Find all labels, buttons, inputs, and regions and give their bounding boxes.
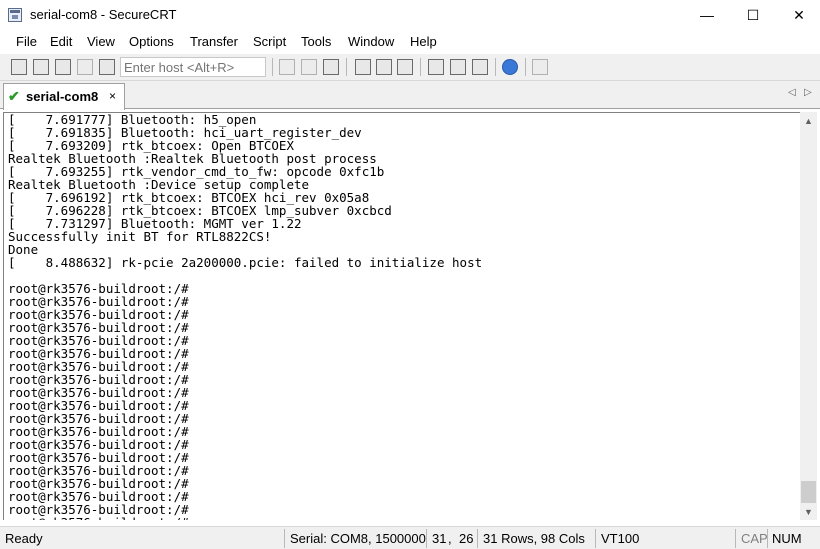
tab-scroll-right-icon[interactable]: ▷ bbox=[804, 87, 812, 98]
status-divider bbox=[735, 529, 736, 548]
connect-tab-icon[interactable] bbox=[55, 59, 71, 75]
menu-options[interactable]: Options bbox=[129, 34, 174, 49]
status-row: 31 bbox=[432, 531, 447, 546]
minimize-button[interactable]: — bbox=[684, 0, 730, 30]
connected-check-icon: ✔ bbox=[8, 88, 20, 104]
title-bar: serial-com8 - SecureCRT — ☐ ✕ bbox=[0, 0, 820, 32]
menu-tools[interactable]: Tools bbox=[301, 34, 331, 49]
toolbar-separator bbox=[420, 58, 421, 76]
menu-edit[interactable]: Edit bbox=[50, 34, 72, 49]
status-col: 26 bbox=[459, 531, 474, 546]
tab-serial-com8[interactable]: ✔ serial-com8 × bbox=[3, 83, 125, 110]
toolbar-separator bbox=[525, 58, 526, 76]
status-divider bbox=[284, 529, 285, 548]
print-screen-icon[interactable] bbox=[376, 59, 392, 75]
connect-icon[interactable] bbox=[33, 59, 49, 75]
keymap-icon[interactable] bbox=[472, 59, 488, 75]
status-comma: , bbox=[448, 531, 452, 546]
tab-close-icon[interactable]: × bbox=[109, 89, 116, 103]
status-num: NUM bbox=[772, 531, 802, 546]
tab-label: serial-com8 bbox=[26, 89, 99, 104]
toolbar-separator bbox=[346, 58, 347, 76]
toolbar-separator bbox=[272, 58, 273, 76]
terminal-output: [ 7.691777] Bluetooth: h5_open[ 7.691835… bbox=[8, 113, 482, 520]
scroll-up-icon[interactable]: ▲ bbox=[800, 112, 817, 129]
status-divider bbox=[767, 529, 768, 548]
status-ready: Ready bbox=[5, 531, 43, 546]
menu-window[interactable]: Window bbox=[348, 34, 394, 49]
menu-help[interactable]: Help bbox=[410, 34, 437, 49]
paste-icon[interactable] bbox=[301, 59, 317, 75]
global-options-icon[interactable] bbox=[450, 59, 466, 75]
session-options-icon[interactable] bbox=[428, 59, 444, 75]
status-cap: CAP bbox=[741, 531, 768, 546]
reconnect-icon[interactable] bbox=[77, 59, 93, 75]
copy-icon[interactable] bbox=[279, 59, 295, 75]
status-divider bbox=[477, 529, 478, 548]
print-icon[interactable] bbox=[355, 59, 371, 75]
terminal-line: root@rk3576-buildroot:/# bbox=[8, 516, 482, 520]
tab-bar: ✔ serial-com8 × ◁ ▷ bbox=[0, 81, 820, 110]
maximize-button[interactable]: ☐ bbox=[730, 0, 776, 30]
scroll-down-icon[interactable]: ▼ bbox=[800, 503, 817, 520]
scrollbar-thumb[interactable] bbox=[801, 481, 816, 503]
status-terminal-type: VT100 bbox=[601, 531, 640, 546]
close-button[interactable]: ✕ bbox=[776, 0, 820, 30]
toolbar bbox=[0, 54, 820, 81]
toolbar-separator bbox=[495, 58, 496, 76]
status-bar: Ready Serial: COM8, 1500000 31 , 26 31 R… bbox=[0, 526, 820, 549]
host-input[interactable] bbox=[120, 57, 266, 77]
window-title: serial-com8 - SecureCRT bbox=[30, 7, 177, 22]
status-divider bbox=[426, 529, 427, 548]
status-connection: Serial: COM8, 1500000 bbox=[290, 531, 426, 546]
status-divider bbox=[595, 529, 596, 548]
find-icon[interactable] bbox=[323, 59, 339, 75]
menu-bar: File Edit View Options Transfer Script T… bbox=[0, 32, 820, 53]
menu-file[interactable]: File bbox=[16, 34, 37, 49]
disconnect-icon[interactable] bbox=[99, 59, 115, 75]
terminal-line: Successfully init BT for RTL8822CS! bbox=[8, 229, 272, 244]
menu-script[interactable]: Script bbox=[253, 34, 286, 49]
terminal-view[interactable]: [ 7.691777] Bluetooth: h5_open[ 7.691835… bbox=[3, 112, 800, 520]
menu-view[interactable]: View bbox=[87, 34, 115, 49]
securecrt-app-icon[interactable] bbox=[8, 8, 22, 22]
menu-transfer[interactable]: Transfer bbox=[190, 34, 238, 49]
vertical-scrollbar[interactable]: ▲ ▼ bbox=[800, 112, 817, 520]
sftp-icon[interactable] bbox=[532, 59, 548, 75]
quick-connect-icon[interactable] bbox=[11, 59, 27, 75]
help-icon[interactable] bbox=[502, 59, 518, 75]
print-setup-icon[interactable] bbox=[397, 59, 413, 75]
tab-scroll-left-icon[interactable]: ◁ bbox=[788, 87, 796, 98]
terminal-line: [ 8.488632] rk-pcie 2a200000.pcie: faile… bbox=[8, 255, 483, 270]
status-size: 31 Rows, 98 Cols bbox=[483, 531, 585, 546]
